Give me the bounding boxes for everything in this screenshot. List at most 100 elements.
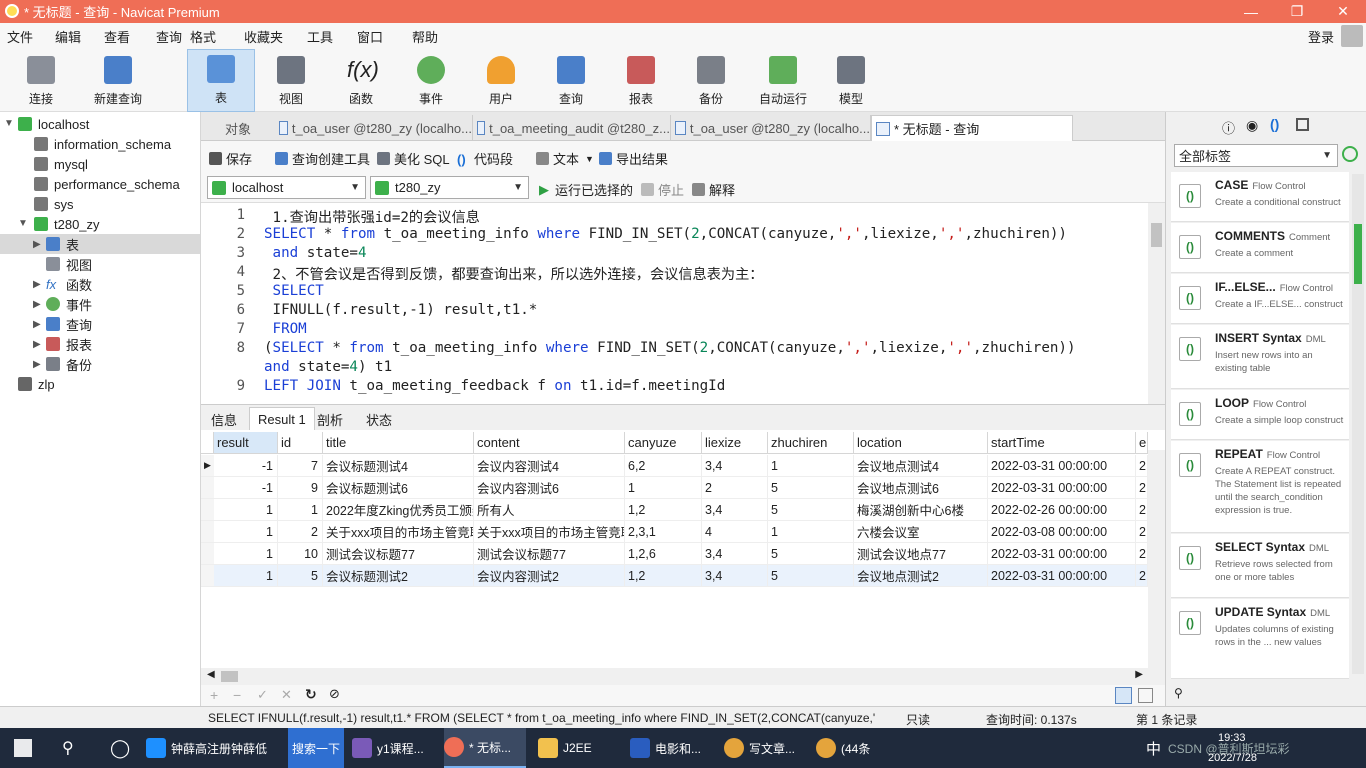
table-cell[interactable]: 1: [625, 477, 702, 499]
menu-favorites[interactable]: 收藏夹: [244, 27, 283, 46]
tree-views[interactable]: 视图: [46, 254, 92, 274]
table-cell[interactable]: 测试会议地点77: [854, 543, 988, 565]
chevron-down-icon[interactable]: ▼: [4, 118, 14, 129]
tree-db-sys[interactable]: sys: [34, 194, 74, 214]
menu-edit[interactable]: 编辑: [55, 27, 81, 46]
scroll-thumb[interactable]: [1354, 224, 1362, 284]
table-cell[interactable]: 所有人: [474, 499, 625, 521]
export-results-button[interactable]: 导出结果: [599, 149, 668, 168]
connect-button[interactable]: 连接: [14, 49, 68, 112]
menu-help[interactable]: 帮助: [412, 27, 438, 46]
table-cell[interactable]: 1: [768, 455, 854, 477]
close-button[interactable]: ✕: [1320, 0, 1366, 23]
refresh-icon[interactable]: [1342, 146, 1358, 162]
task-view-icon[interactable]: ◯: [110, 728, 130, 768]
table-cell[interactable]: 1: [278, 499, 323, 521]
search-icon[interactable]: ⚲: [1174, 686, 1183, 700]
tree-functions[interactable]: ▶ fx 函数: [33, 274, 92, 294]
table-cell[interactable]: 9: [278, 477, 323, 499]
taskbar-j2ee-folder[interactable]: J2EE: [538, 728, 618, 768]
tab-objects[interactable]: 对象: [221, 115, 275, 141]
tree-tables[interactable]: ▶ 表: [0, 234, 200, 254]
menu-file[interactable]: 文件: [7, 27, 33, 46]
table-cell[interactable]: 会议地点测试4: [854, 455, 988, 477]
table-cell[interactable]: 3,4: [702, 543, 768, 565]
table-cell[interactable]: 5: [768, 565, 854, 587]
snippet-button[interactable]: () 代码段: [457, 149, 513, 168]
table-cell[interactable]: 4: [702, 521, 768, 543]
tab-status[interactable]: 状态: [358, 407, 400, 431]
scroll-thumb[interactable]: [1151, 223, 1162, 247]
snippet-scrollbar[interactable]: [1352, 174, 1364, 674]
column-header[interactable]: location: [854, 432, 988, 454]
table-cell[interactable]: 2: [1136, 499, 1148, 521]
table-cell[interactable]: 1,2,6: [625, 543, 702, 565]
function-button[interactable]: f(x) 函数: [332, 49, 390, 112]
table-cell[interactable]: 会议标题测试6: [323, 477, 474, 499]
table-cell[interactable]: 关于xxx项目的市场主管竞聘: [323, 521, 474, 543]
report-button[interactable]: 报表: [612, 49, 670, 112]
table-cell[interactable]: 测试会议标题77: [474, 543, 625, 565]
editor-scrollbar[interactable]: [1148, 203, 1165, 404]
table-cell[interactable]: 会议标题测试4: [323, 455, 474, 477]
column-header[interactable]: startTime: [988, 432, 1136, 454]
table-cell[interactable]: 会议内容测试6: [474, 477, 625, 499]
tree-db-performance-schema[interactable]: performance_schema: [34, 174, 180, 194]
table-cell[interactable]: 2: [278, 521, 323, 543]
automation-button[interactable]: 自动运行: [752, 49, 814, 112]
tab-result-1[interactable]: Result 1: [249, 407, 315, 431]
table-cell[interactable]: 7: [278, 455, 323, 477]
table-cell[interactable]: 1: [214, 499, 278, 521]
table-cell[interactable]: 5: [768, 543, 854, 565]
table-cell[interactable]: 6,2: [625, 455, 702, 477]
snippet-item[interactable]: () LOOP Flow Control Create a simple loop c…: [1171, 390, 1349, 440]
explain-button[interactable]: 解释: [692, 180, 735, 199]
table-cell[interactable]: 5: [768, 499, 854, 521]
avatar[interactable]: [1341, 25, 1363, 47]
menu-tools[interactable]: 工具: [307, 27, 333, 46]
apply-icon[interactable]: ✓: [257, 687, 268, 703]
stop-button[interactable]: 停止: [641, 180, 684, 199]
tree-connection-localhost[interactable]: localhost: [18, 114, 89, 134]
grid-icon[interactable]: [1296, 118, 1309, 131]
tab-info[interactable]: 信息: [203, 407, 245, 431]
text-button[interactable]: 文本 ▼: [536, 149, 594, 168]
stop-icon[interactable]: ⊘: [329, 686, 340, 702]
connection-select[interactable]: localhost ▼: [207, 176, 366, 199]
table-cell[interactable]: 3,4: [702, 499, 768, 521]
tab-t-oa-user-2[interactable]: t_oa_user @t280_zy (localho...: [671, 115, 871, 141]
table-cell[interactable]: 5: [278, 565, 323, 587]
add-row-icon[interactable]: +: [210, 687, 218, 703]
table-cell[interactable]: 1: [214, 521, 278, 543]
result-grid[interactable]: result id title content canyuze liexize …: [201, 430, 1165, 668]
form-view-icon[interactable]: [1138, 688, 1153, 703]
user-button[interactable]: 用户: [472, 49, 530, 112]
tree-db-information-schema[interactable]: information_schema: [34, 134, 171, 154]
event-button[interactable]: 事件: [402, 49, 460, 112]
ime-indicator[interactable]: 中: [1146, 728, 1161, 768]
table-cell[interactable]: -1: [214, 477, 278, 499]
column-header[interactable]: liexize: [702, 432, 768, 454]
scroll-left-icon[interactable]: ◀: [207, 669, 215, 680]
view-button[interactable]: 视图: [262, 49, 320, 112]
run-selected-button[interactable]: ▶ 运行已选择的: [539, 180, 633, 199]
table-cell[interactable]: 2: [1136, 455, 1148, 477]
snippet-item[interactable]: () SELECT Syntax DML Retrieve rows selected…: [1171, 534, 1349, 598]
taskbar-chrome-1[interactable]: 写文章...: [724, 728, 808, 768]
model-button[interactable]: 模型: [822, 49, 880, 112]
row-header[interactable]: [201, 477, 214, 499]
table-cell[interactable]: 2022-02-26 00:00:00: [988, 499, 1136, 521]
table-cell[interactable]: 关于xxx项目的市场主管竞聘: [474, 521, 625, 543]
tree-backups[interactable]: ▶ 备份: [33, 354, 92, 374]
table-cell[interactable]: 2: [1136, 543, 1148, 565]
search-icon[interactable]: ⚲: [62, 728, 74, 768]
tree-db-mysql[interactable]: mysql: [34, 154, 88, 174]
backup-button[interactable]: 备份: [682, 49, 740, 112]
table-cell[interactable]: 2: [1136, 565, 1148, 587]
maximize-button[interactable]: ❐: [1274, 0, 1320, 23]
table-cell[interactable]: 1,2: [625, 499, 702, 521]
row-header[interactable]: [201, 521, 214, 543]
taskbar-browser[interactable]: 钟薛高注册钟薛低: [146, 728, 286, 768]
grid-horizontal-scrollbar[interactable]: ◀ ▶: [201, 668, 1165, 685]
table-cell[interactable]: 测试会议标题77: [323, 543, 474, 565]
